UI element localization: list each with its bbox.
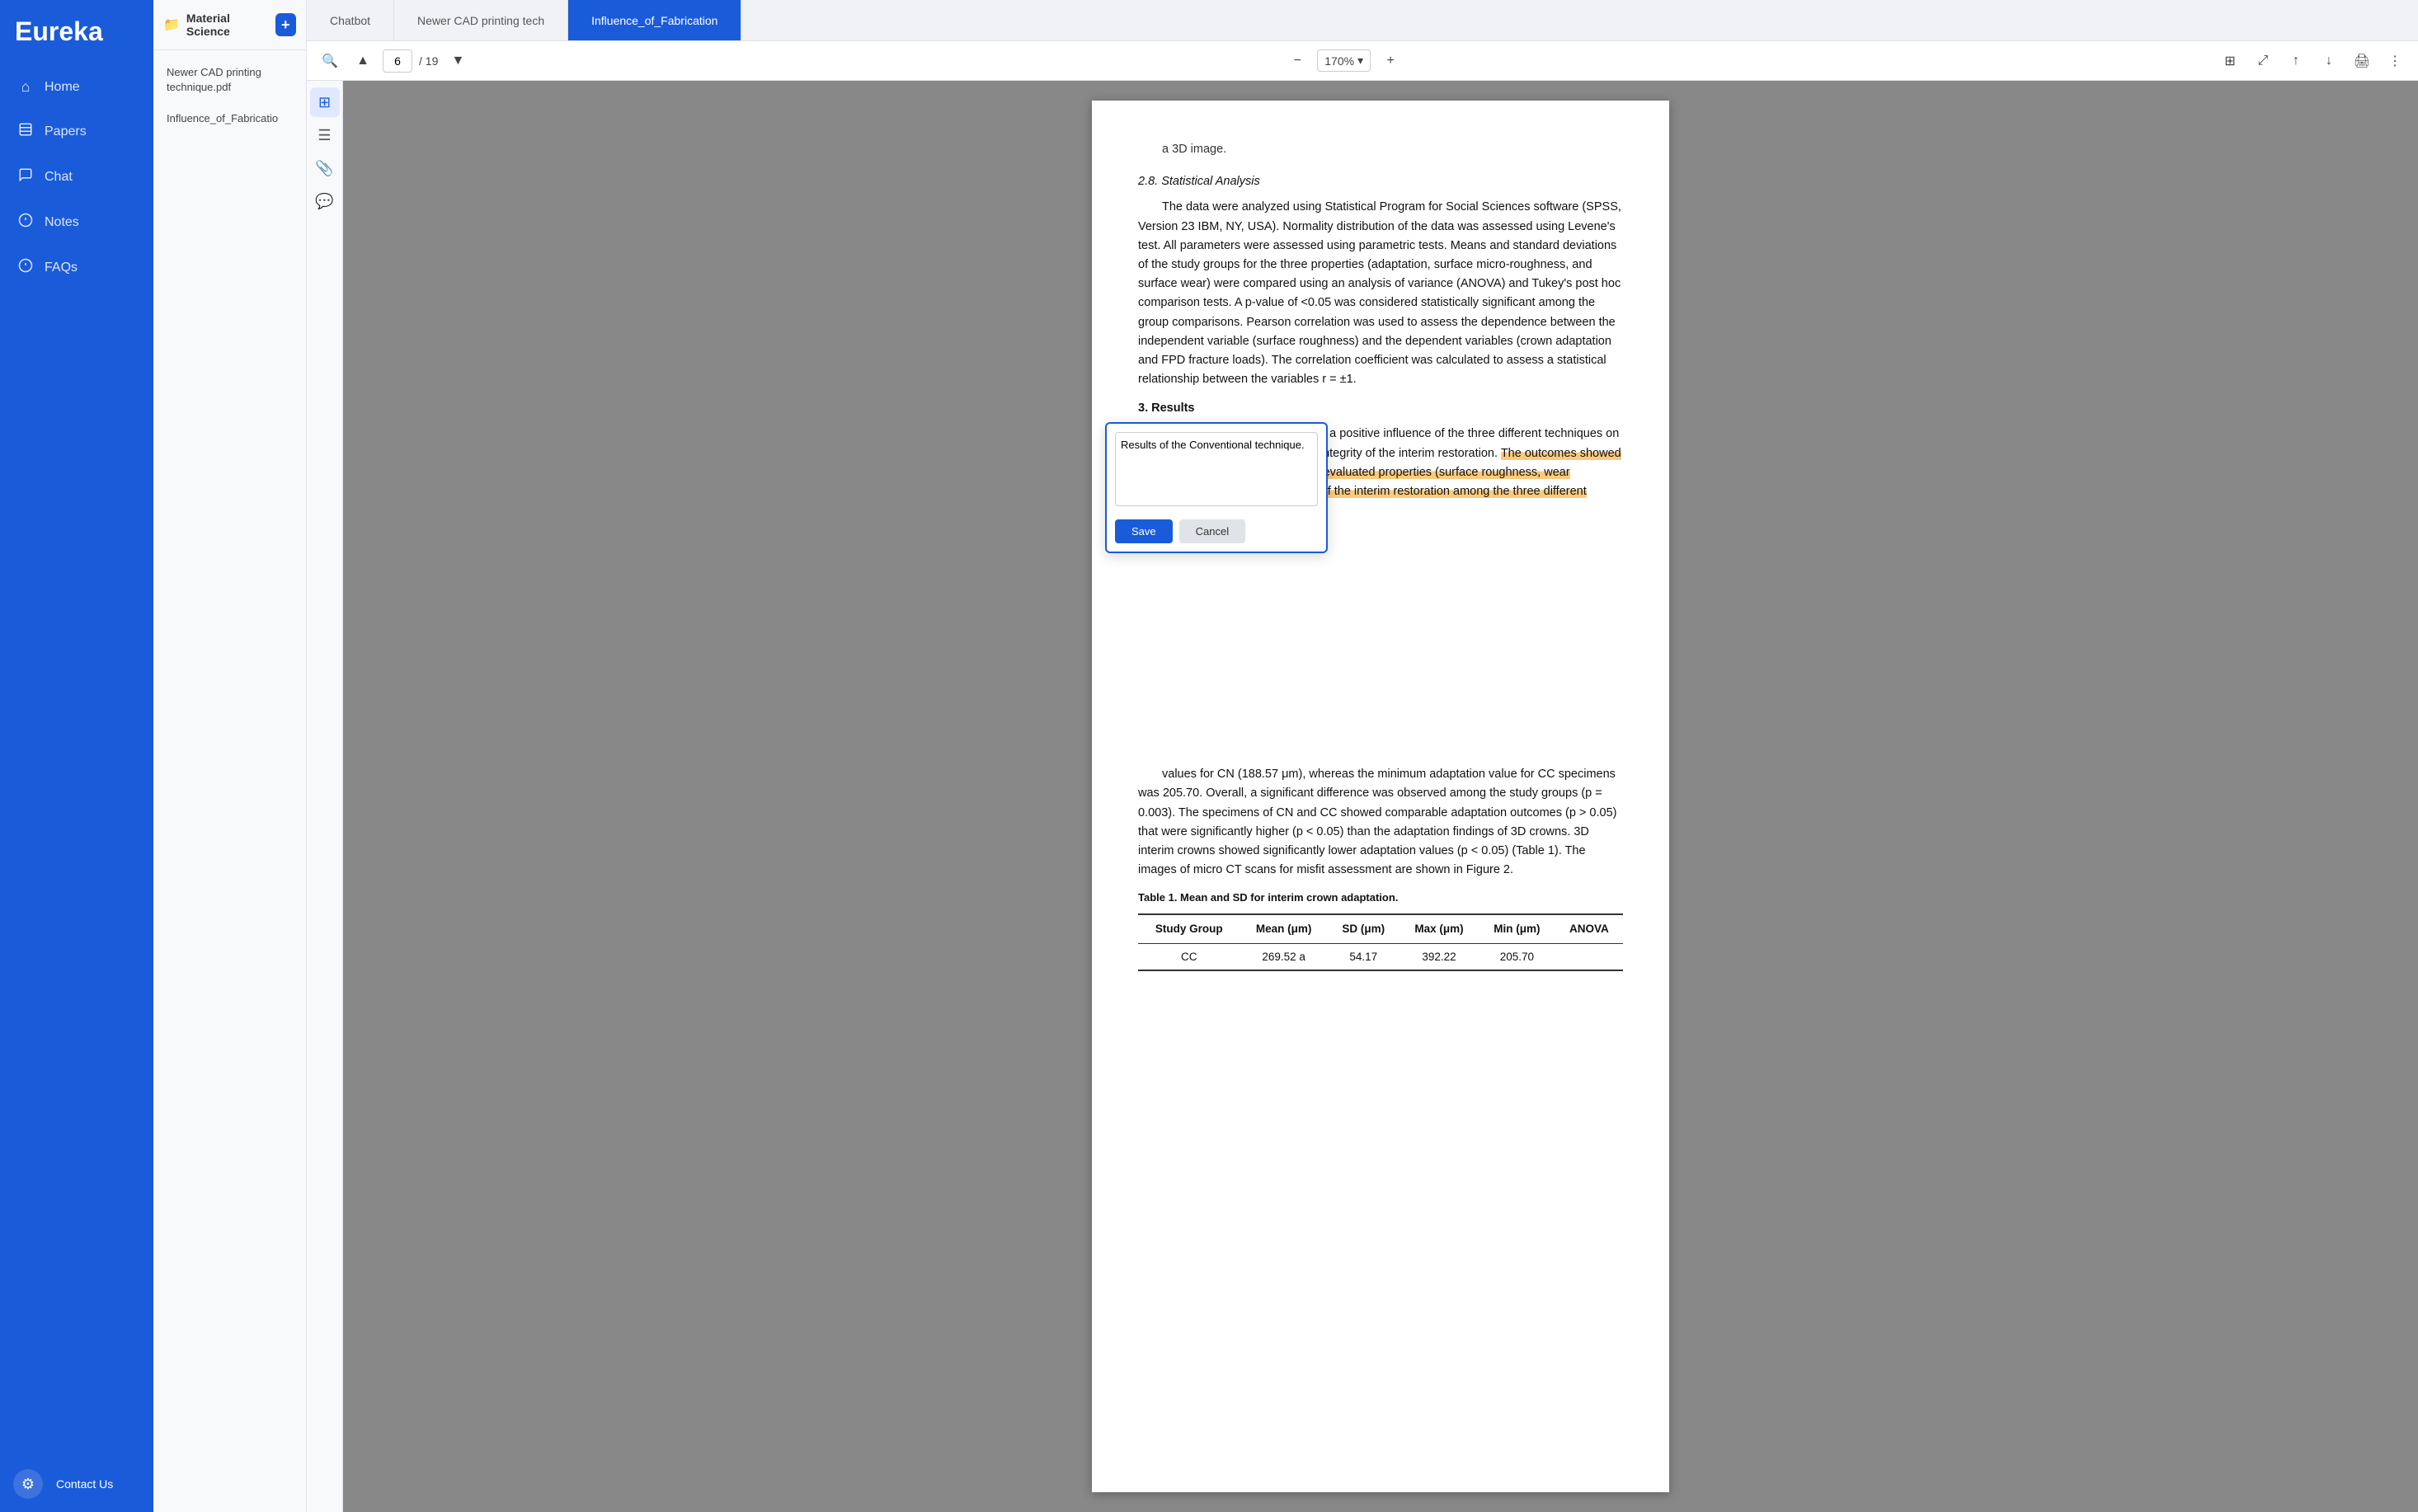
file-panel-header: 📁 Material Science + [153, 0, 306, 50]
pdf-continued-para: values for CN (188.57 μm), whereas the m… [1138, 765, 1623, 880]
outline-view-button[interactable]: ☰ [310, 120, 340, 150]
pdf-continued-text: values for CN (188.57 μm), whereas the m… [1138, 765, 1623, 880]
table-header-5: ANOVA [1555, 914, 1623, 943]
more-options-button[interactable]: ⋮ [2382, 48, 2408, 74]
sidebar-item-faqs[interactable]: FAQs [7, 247, 147, 289]
fit-page-button[interactable]: ⊞ [2217, 48, 2243, 74]
zoom-dropdown-icon[interactable]: ▾ [1357, 54, 1363, 68]
table-header-2: SD (μm) [1328, 914, 1400, 943]
zoom-in-button[interactable]: + [1377, 48, 1404, 74]
main-area: Chatbot Newer CAD printing tech Influenc… [307, 0, 2418, 1512]
home-icon: ⌂ [16, 78, 35, 96]
page-total: / 19 [419, 54, 438, 68]
pdf-table-caption-text: Table 1. Mean and SD for interim crown a… [1138, 891, 1398, 904]
table-cell-0-3: 392.22 [1400, 943, 1479, 970]
sidebar-item-chat[interactable]: Chat [7, 156, 147, 198]
sidebar-item-notes-label: Notes [45, 215, 79, 230]
faqs-icon [16, 258, 35, 277]
table-cell-0-0: CC [1138, 943, 1240, 970]
file-list: Newer CAD printing technique.pdf Influen… [153, 50, 306, 1512]
zoom-display: 170% ▾ [1317, 49, 1371, 72]
page-input[interactable] [383, 49, 412, 73]
annotation-textarea[interactable]: Results of the Conventional technique. [1115, 432, 1318, 506]
tab-newer-cad[interactable]: Newer CAD printing tech [394, 0, 568, 40]
view-sidebar: ⊞ ☰ 📎 💬 [307, 81, 343, 1512]
match-up-button[interactable]: ▲ [350, 48, 376, 74]
sidebar-item-home-label: Home [45, 80, 80, 95]
print-button[interactable]: 🖨 [2349, 48, 2375, 74]
table-header-0: Study Group [1138, 914, 1240, 943]
pdf-table: Study Group Mean (μm) SD (μm) Max (μm) M… [1138, 913, 1623, 971]
annotation-popup: Results of the Conventional technique. S… [1105, 422, 1328, 553]
search-button[interactable]: 🔍 [317, 48, 343, 74]
table-cell-0-2: 54.17 [1328, 943, 1400, 970]
pdf-table-caption: Table 1. Mean and SD for interim crown a… [1138, 890, 1623, 907]
notes-icon [16, 213, 35, 232]
tabs-bar: Chatbot Newer CAD printing tech Influenc… [307, 0, 2418, 41]
pdf-toolbar: 🔍 ▲ / 19 ▼ − 170% ▾ + ⊞ ⤢ ↑ ↓ 🖨 ⋮ [307, 41, 2418, 81]
table-cell-0-1: 269.52 a [1240, 943, 1328, 970]
pdf-body: ⊞ ☰ 📎 💬 a 3D image. 2.8. Statistical Ana… [307, 81, 2418, 1512]
table-cell-0-5 [1555, 943, 1623, 970]
file-item-1[interactable]: Influence_of_Fabricatio [160, 103, 299, 134]
pdf-section-3-title: 3. Results [1138, 399, 1623, 418]
sidebar-item-home[interactable]: ⌂ Home [7, 67, 147, 107]
comments-view-button[interactable]: 💬 [310, 186, 340, 216]
contact-us-button[interactable]: Contact Us [56, 1477, 113, 1491]
annotations-view-button[interactable]: 📎 [310, 153, 340, 183]
sidebar-item-faqs-label: FAQs [45, 261, 78, 275]
sidebar-nav: ⌂ Home Papers Chat Notes FAQs [0, 67, 153, 1456]
page-nav-dropdown[interactable]: ▼ [445, 48, 471, 74]
sidebar-item-chat-label: Chat [45, 170, 73, 185]
pdf-content: a 3D image. 2.8. Statistical Analysis Th… [343, 81, 2418, 1512]
annotation-save-button[interactable]: Save [1115, 519, 1173, 543]
upload-button[interactable]: ↑ [2283, 48, 2309, 74]
zoom-value: 170% [1324, 54, 1354, 68]
pdf-partial-top: a 3D image. [1138, 140, 1623, 159]
pdf-page: a 3D image. 2.8. Statistical Analysis Th… [1092, 101, 1669, 1492]
expand-button[interactable]: ⤢ [2250, 48, 2276, 74]
sidebar-item-notes[interactable]: Notes [7, 201, 147, 243]
folder-name: Material Science [186, 12, 269, 38]
annotation-cancel-button[interactable]: Cancel [1179, 519, 1245, 543]
thumbnails-view-button[interactable]: ⊞ [310, 87, 340, 117]
table-header-4: Min (μm) [1479, 914, 1555, 943]
annotation-actions: Save Cancel [1115, 519, 1318, 543]
table-header-3: Max (μm) [1400, 914, 1479, 943]
sidebar-item-papers-label: Papers [45, 124, 87, 139]
folder-icon: 📁 [163, 16, 180, 33]
app-logo: Eureka [0, 0, 153, 67]
pdf-subheading-2-8: 2.8. Statistical Analysis [1138, 172, 1623, 191]
zoom-out-button[interactable]: − [1284, 48, 1310, 74]
table-row-0: CC 269.52 a 54.17 392.22 205.70 [1138, 943, 1623, 970]
file-panel: 📁 Material Science + Newer CAD printing … [153, 0, 307, 1512]
download-button[interactable]: ↓ [2316, 48, 2342, 74]
file-item-0[interactable]: Newer CAD printing technique.pdf [160, 57, 299, 103]
tab-chatbot[interactable]: Chatbot [307, 0, 394, 40]
sidebar-bottom: ⚙ Contact Us [0, 1456, 153, 1512]
pdf-para-2-8: The data were analyzed using Statistical… [1138, 198, 1623, 389]
sidebar-item-papers[interactable]: Papers [7, 110, 147, 153]
chat-icon [16, 167, 35, 186]
sidebar: Eureka ⌂ Home Papers Chat Notes [0, 0, 153, 1512]
settings-button[interactable]: ⚙ [13, 1469, 43, 1499]
papers-icon [16, 122, 35, 141]
add-folder-button[interactable]: + [275, 13, 296, 36]
table-cell-0-4: 205.70 [1479, 943, 1555, 970]
table-header-1: Mean (μm) [1240, 914, 1328, 943]
tab-influence[interactable]: Influence_of_Fabrication [568, 0, 741, 40]
